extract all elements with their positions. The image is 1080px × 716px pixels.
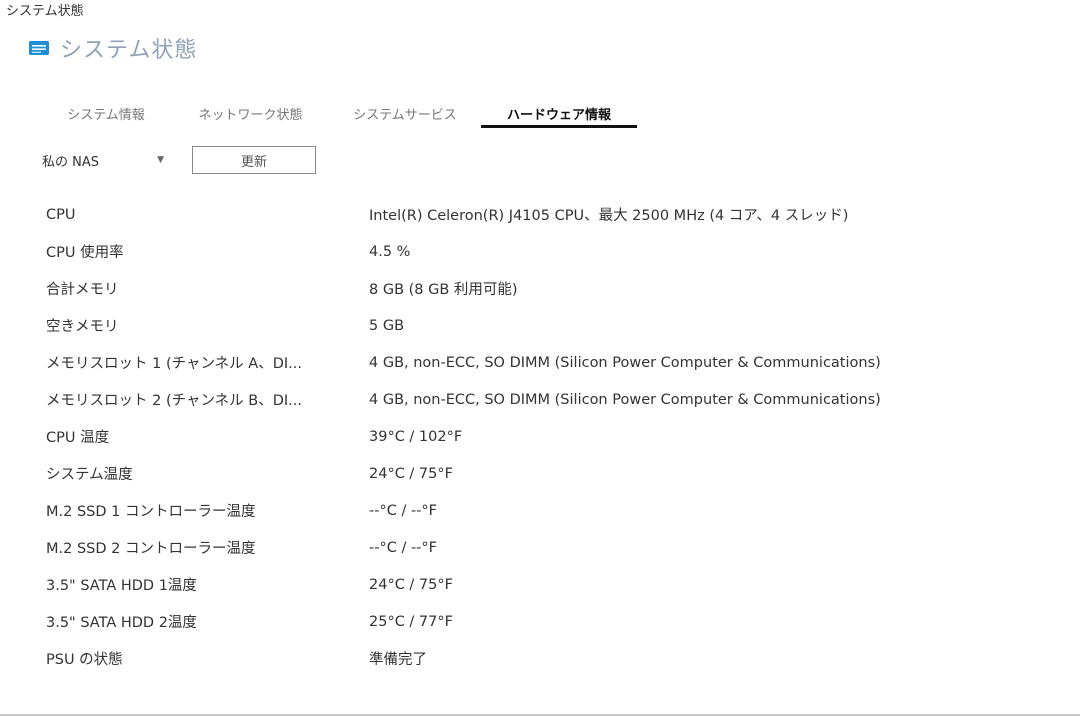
info-row-hdd-2-temperature: 3.5" SATA HDD 2温度 25°C / 77°F <box>46 603 1046 640</box>
tab-system-info[interactable]: システム情報 <box>40 98 172 128</box>
refresh-button[interactable]: 更新 <box>192 146 316 174</box>
info-value: 5 GB <box>369 317 405 334</box>
info-label: CPU 温度 <box>46 430 110 446</box>
info-row-memory-slot-1: メモリスロット 1 (チャンネル A、DI... 4 GB, non-ECC, … <box>46 344 1046 381</box>
toolbar: 私の NAS ▼ 更新 <box>42 146 316 174</box>
info-value: 8 GB (8 GB 利用可能) <box>369 282 518 298</box>
info-label: CPU <box>46 206 76 223</box>
info-label: M.2 SSD 2 コントローラー温度 <box>46 541 256 557</box>
info-row-cpu-usage: CPU 使用率 4.5 % <box>46 233 1046 270</box>
info-value: 4 GB, non-ECC, SO DIMM (Silicon Power Co… <box>369 354 881 371</box>
info-row-cpu: CPU Intel(R) Celeron(R) J4105 CPU、最大 250… <box>46 196 1046 233</box>
info-label: システム温度 <box>46 467 133 483</box>
info-value: 4.5 % <box>369 243 411 260</box>
window-title: システム状態 <box>6 4 84 19</box>
device-select-value: 私の NAS <box>42 154 100 170</box>
info-label: CPU 使用率 <box>46 245 124 261</box>
info-value: 39°C / 102°F <box>369 428 463 445</box>
device-select[interactable]: 私の NAS ▼ <box>42 146 170 174</box>
info-label: PSU の状態 <box>46 652 123 668</box>
info-value: 24°C / 75°F <box>369 465 453 482</box>
info-value: 24°C / 75°F <box>369 576 453 593</box>
info-label: 合計メモリ <box>46 282 119 298</box>
info-row-memory-slot-2: メモリスロット 2 (チャンネル B、DI... 4 GB, non-ECC, … <box>46 381 1046 418</box>
info-row-free-memory: 空きメモリ 5 GB <box>46 307 1046 344</box>
info-value: --°C / --°F <box>369 539 437 556</box>
info-row-m2-ssd-1-temperature: M.2 SSD 1 コントローラー温度 --°C / --°F <box>46 492 1046 529</box>
info-label: 3.5" SATA HDD 1温度 <box>46 578 197 594</box>
info-row-system-temperature: システム温度 24°C / 75°F <box>46 455 1046 492</box>
monitor-icon <box>28 37 50 59</box>
tab-bar: システム情報 ネットワーク状態 システムサービス ハードウェア情報 <box>40 98 637 128</box>
chevron-down-icon: ▼ <box>157 155 164 165</box>
info-value: Intel(R) Celeron(R) J4105 CPU、最大 2500 MH… <box>369 208 849 224</box>
info-row-psu-status: PSU の状態 準備完了 <box>46 640 1046 677</box>
info-label: メモリスロット 1 (チャンネル A、DI... <box>46 356 302 372</box>
info-label: 3.5" SATA HDD 2温度 <box>46 615 197 631</box>
info-label: M.2 SSD 1 コントローラー温度 <box>46 504 256 520</box>
info-row-hdd-1-temperature: 3.5" SATA HDD 1温度 24°C / 75°F <box>46 566 1046 603</box>
app-window: システム状態 システム状態 システム情報 ネットワーク状態 システムサービス ハ… <box>0 0 1080 716</box>
page-title: システム状態 <box>60 38 198 63</box>
info-row-m2-ssd-2-temperature: M.2 SSD 2 コントローラー温度 --°C / --°F <box>46 529 1046 566</box>
tab-system-services[interactable]: システムサービス <box>329 98 481 128</box>
info-value: 準備完了 <box>369 652 427 668</box>
info-label: メモリスロット 2 (チャンネル B、DI... <box>46 393 302 409</box>
info-row-cpu-temperature: CPU 温度 39°C / 102°F <box>46 418 1046 455</box>
page-header: システム状態 <box>28 32 197 64</box>
info-row-total-memory: 合計メモリ 8 GB (8 GB 利用可能) <box>46 270 1046 307</box>
info-value: --°C / --°F <box>369 502 437 519</box>
tab-network-status[interactable]: ネットワーク状態 <box>172 98 329 128</box>
info-value: 25°C / 77°F <box>369 613 453 630</box>
tab-hardware-info[interactable]: ハードウェア情報 <box>481 98 637 128</box>
info-value: 4 GB, non-ECC, SO DIMM (Silicon Power Co… <box>369 391 881 408</box>
info-label: 空きメモリ <box>46 319 119 335</box>
hardware-info-table: CPU Intel(R) Celeron(R) J4105 CPU、最大 250… <box>46 196 1046 677</box>
